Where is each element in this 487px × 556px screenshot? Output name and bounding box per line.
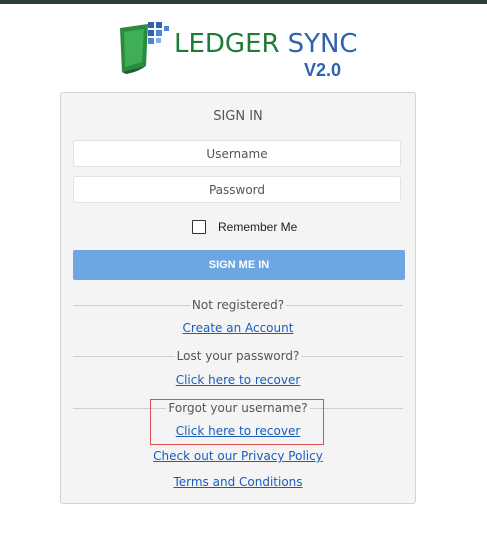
logo: LEDGER SYNC V2.0 bbox=[118, 20, 378, 82]
recover-password-link[interactable]: Click here to recover bbox=[61, 373, 415, 387]
brand-name: LEDGER SYNC bbox=[174, 29, 358, 59]
brand-version: V2.0 bbox=[304, 60, 342, 80]
not-registered-divider: Not registered? bbox=[73, 298, 403, 312]
create-account-link[interactable]: Create an Account bbox=[61, 321, 415, 335]
highlight-annotation-box bbox=[150, 399, 324, 445]
brand-name-part1: LEDGER bbox=[174, 29, 280, 59]
sign-in-panel: SIGN IN Remember Me SIGN ME IN Not regis… bbox=[60, 92, 416, 504]
ledger-sync-logo-icon bbox=[120, 22, 169, 74]
top-bar bbox=[0, 0, 487, 4]
lost-password-divider: Lost your password? bbox=[73, 349, 403, 363]
terms-link[interactable]: Terms and Conditions bbox=[61, 475, 415, 489]
not-registered-text: Not registered? bbox=[189, 298, 287, 312]
username-input[interactable] bbox=[73, 140, 401, 167]
panel-title: SIGN IN bbox=[213, 109, 263, 124]
lost-password-text: Lost your password? bbox=[174, 349, 302, 363]
privacy-policy-link[interactable]: Check out our Privacy Policy bbox=[61, 449, 415, 463]
brand-name-part2: SYNC bbox=[287, 29, 358, 59]
sign-in-button[interactable]: SIGN ME IN bbox=[73, 250, 405, 280]
password-input[interactable] bbox=[73, 176, 401, 203]
remember-me-label: Remember Me bbox=[218, 220, 298, 234]
remember-me-checkbox[interactable] bbox=[192, 220, 206, 234]
